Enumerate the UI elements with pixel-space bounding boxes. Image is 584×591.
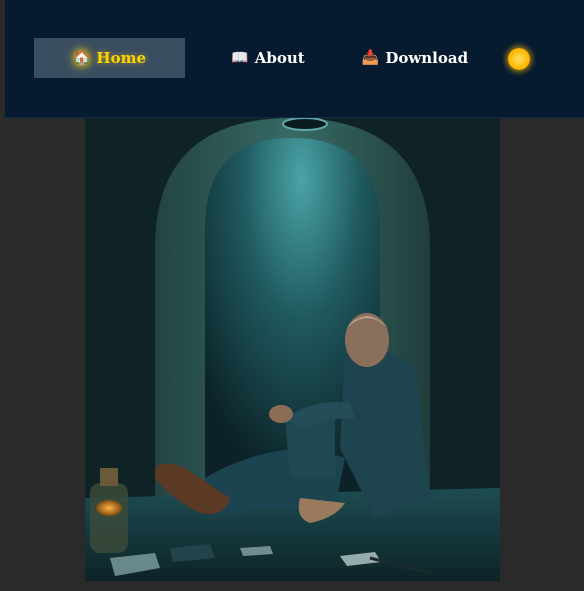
book-icon: 📖	[231, 50, 249, 66]
inbox-tray-icon: 📥	[361, 50, 380, 66]
nav-item-download[interactable]: 📥 Download	[355, 38, 475, 78]
theme-toggle-sun-icon[interactable]	[508, 48, 530, 70]
nav-item-home[interactable]: 🏠 Home	[34, 38, 185, 78]
nav-item-label: About	[254, 49, 305, 67]
hero-illustration	[85, 118, 500, 581]
nav-item-label: Home	[96, 49, 147, 67]
home-icon: 🏠	[72, 50, 91, 66]
nav-item-label: Download	[385, 49, 469, 67]
top-navbar: 🏠 Home 📖 About 📥 Download	[5, 0, 584, 118]
hero-image	[85, 118, 500, 581]
nav-item-about[interactable]: 📖 About	[215, 38, 321, 78]
